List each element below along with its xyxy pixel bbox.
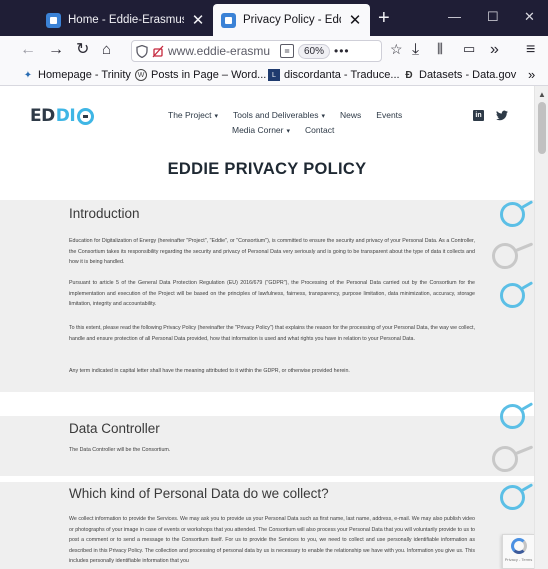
- bookmark-label: Homepage - Trinity: [38, 69, 131, 81]
- menu-item-the-project[interactable]: The Project ▾: [168, 110, 218, 120]
- sidebar-icon[interactable]: ▭: [463, 42, 475, 55]
- page-title: EDDIE PRIVACY POLICY: [167, 160, 367, 178]
- paragraph: We collect information to provide the Se…: [69, 516, 475, 564]
- permissions-blocked-icon[interactable]: [152, 45, 164, 58]
- close-window-button[interactable]: ✕: [524, 10, 535, 23]
- scroll-up-arrow-icon[interactable]: ▲: [538, 90, 546, 99]
- tracking-protection-shield-icon[interactable]: [136, 44, 148, 58]
- bookmark-label: Posts in Page – Word...: [151, 69, 267, 81]
- bookmark-trinity[interactable]: ✦ Homepage - Trinity: [22, 69, 131, 81]
- close-tab-icon[interactable]: ✕: [191, 13, 205, 28]
- recaptcha-badge[interactable]: Privacy - Terms: [502, 534, 534, 569]
- paragraph: Pursuant to article 5 of the General Dat…: [69, 280, 475, 307]
- menu-item-contact[interactable]: Contact: [305, 125, 334, 135]
- wordpress-icon: W: [135, 69, 147, 81]
- tab-home[interactable]: Home - Eddie-Erasmus ✕: [38, 4, 213, 36]
- close-tab-icon[interactable]: ✕: [348, 13, 362, 28]
- maximize-button[interactable]: ☐: [487, 10, 499, 23]
- bookmark-label: discordanta - Traduce...: [284, 69, 400, 81]
- tab-bar: Home - Eddie-Erasmus ✕ Privacy Policy - …: [0, 0, 548, 36]
- reader-view-icon[interactable]: ≣: [280, 44, 294, 58]
- url-bar[interactable]: www.eddie-erasmu ≣ 60% •••: [131, 40, 382, 62]
- eddie-favicon-icon: [221, 12, 236, 28]
- decorative-ring-tail: [521, 402, 534, 411]
- logo-text-part: DI: [55, 106, 76, 126]
- section-heading: Introduction: [69, 206, 140, 221]
- eddie-favicon-icon: [46, 12, 61, 28]
- bookmark-wordpress[interactable]: W Posts in Page – Word...: [135, 69, 266, 81]
- menu-item-tools-and-deliverables[interactable]: Tools and Deliverables ▾: [233, 110, 325, 120]
- site-header: ED DI The Project ▾ Tools and Deliverable…: [0, 86, 534, 214]
- section-introduction: Introduction Education for Digitalizatio…: [0, 200, 534, 392]
- paragraph: To this extent, please read the followin…: [69, 325, 475, 342]
- paragraph: Any term indicated in capital letter sha…: [69, 368, 350, 374]
- downloads-icon[interactable]: ⤓: [412, 42, 419, 58]
- menu-label: Tools and Deliverables: [232, 110, 319, 120]
- decorative-ring-icon: [492, 446, 518, 472]
- eddie-logo[interactable]: ED DI: [30, 108, 95, 125]
- section-data-controller: Data Controller The Data Controller will…: [0, 416, 534, 476]
- main-menu-row-2: Media Corner ▾ Contact: [232, 125, 334, 135]
- tab-privacy-policy[interactable]: Privacy Policy - Eddie-Era ✕: [213, 4, 370, 36]
- main-menu: The Project ▾ Tools and Deliverables ▾ New…: [168, 110, 402, 120]
- trinity-icon: ✦: [23, 69, 33, 81]
- bookmark-discordanta[interactable]: L discordanta - Traduce...: [268, 69, 400, 81]
- section-personal-data: Which kind of Personal Data do we collec…: [0, 482, 534, 569]
- datagov-icon: Ð: [405, 69, 413, 81]
- twitter-icon[interactable]: [496, 110, 508, 121]
- bookmark-star-icon[interactable]: ☆: [390, 42, 403, 56]
- paragraph: The Data Controller will be the Consorti…: [69, 447, 171, 453]
- forward-icon[interactable]: →: [48, 42, 64, 58]
- menu-label: The Project: [168, 110, 212, 120]
- page-viewport: ED DI The Project ▾ Tools and Deliverable…: [0, 86, 548, 569]
- home-icon[interactable]: ⌂: [102, 42, 111, 57]
- bookmark-label: Datasets - Data.gov: [419, 69, 517, 81]
- reload-icon[interactable]: ↻: [76, 42, 89, 58]
- menu-label: Media Corner: [232, 125, 284, 135]
- paragraph: Education for Digitalization of Energy (…: [69, 238, 475, 265]
- back-icon[interactable]: ←: [20, 42, 36, 58]
- page-actions-icon[interactable]: •••: [334, 44, 350, 58]
- page-scrollbar[interactable]: ▲: [534, 86, 548, 569]
- overflow-menu-icon[interactable]: »: [490, 42, 499, 58]
- menu-item-news[interactable]: News: [340, 110, 361, 120]
- section-heading: Data Controller: [69, 421, 160, 436]
- url-text: www.eddie-erasmu: [168, 44, 271, 58]
- logo-text-part: ED: [30, 106, 55, 126]
- recaptcha-icon: [510, 538, 527, 554]
- bookmarks-toolbar: ✦ Homepage - Trinity W Posts in Page – W…: [0, 66, 548, 86]
- chevron-down-icon: ▾: [214, 113, 218, 120]
- section-heading: Which kind of Personal Data do we collec…: [69, 486, 329, 501]
- menu-item-events[interactable]: Events: [376, 110, 402, 120]
- decorative-ring-icon: [492, 243, 518, 269]
- logo-ring-icon: [77, 108, 95, 125]
- library-icon[interactable]: ⫼: [437, 42, 443, 55]
- bookmarks-overflow-icon[interactable]: »: [528, 67, 535, 82]
- scrollbar-thumb[interactable]: [538, 102, 546, 154]
- dictionary-icon: L: [268, 69, 280, 81]
- chevron-down-icon: ▾: [321, 113, 326, 120]
- linkedin-icon[interactable]: in: [473, 110, 484, 121]
- bookmark-datagov[interactable]: Ð Datasets - Data.gov: [403, 69, 516, 81]
- tab-title: Privacy Policy - Eddie-Era: [243, 14, 341, 26]
- hamburger-menu-icon[interactable]: ≡: [526, 42, 535, 58]
- menu-item-media-corner[interactable]: Media Corner ▾: [232, 125, 290, 135]
- zoom-level-badge[interactable]: 60%: [298, 43, 331, 59]
- tab-title: Home - Eddie-Erasmus: [68, 14, 184, 26]
- new-tab-button[interactable]: +: [378, 8, 390, 28]
- chevron-down-icon: ▾: [286, 128, 291, 135]
- minimize-button[interactable]: —: [448, 10, 461, 23]
- recaptcha-label[interactable]: Privacy - Terms: [505, 557, 532, 562]
